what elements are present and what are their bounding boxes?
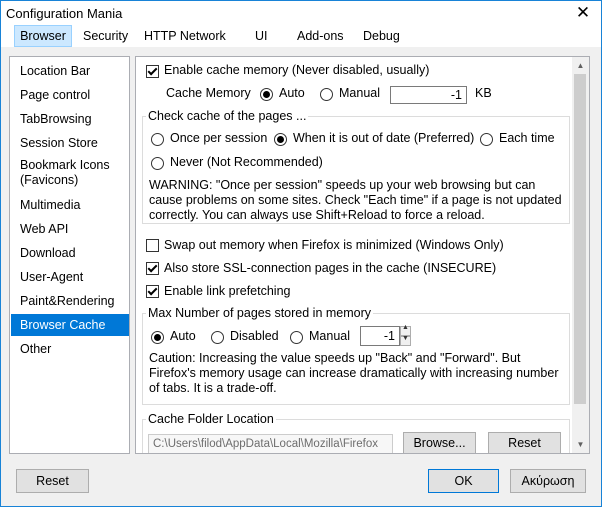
store-ssl-pages-label: Also store SSL-connection pages in the c… (164, 261, 497, 275)
cache-warning-text: WARNING: "Once per session" speeds up yo… (149, 178, 562, 222)
ok-button[interactable]: OK (428, 469, 499, 493)
max-pages-disabled-radio[interactable] (211, 331, 224, 344)
never-radio[interactable] (151, 157, 164, 170)
max-pages-disabled-label: Disabled (230, 329, 279, 343)
category-list: Location Bar Page control TabBrowsing Se… (9, 56, 130, 454)
once-per-session-radio[interactable] (151, 133, 164, 146)
enable-cache-memory-checkbox[interactable] (146, 65, 159, 78)
max-pages-auto-radio[interactable] (151, 331, 164, 344)
each-time-radio[interactable] (480, 133, 493, 146)
title-bar: Configuration Mania ✕ (1, 1, 601, 25)
nav-item-multimedia[interactable]: Multimedia (11, 194, 129, 216)
cache-memory-manual-label: Manual (339, 86, 380, 100)
reset-cache-folder-button[interactable]: Reset (488, 432, 561, 453)
close-icon[interactable]: ✕ (573, 3, 593, 23)
max-pages-manual-label: Manual (309, 329, 350, 343)
tab-ui[interactable]: UI (255, 25, 268, 47)
cancel-button[interactable]: Ακύρωση (510, 469, 586, 493)
check-cache-group-title: Check cache of the pages ... (146, 109, 309, 123)
swap-out-memory-checkbox[interactable] (146, 239, 159, 252)
configuration-mania-window: Configuration Mania ✕ Browser Security H… (0, 0, 602, 507)
nav-item-other[interactable]: Other (11, 338, 129, 360)
chevron-up-icon: ▲ (402, 324, 409, 331)
nav-item-user-agent[interactable]: User-Agent (11, 266, 129, 288)
max-pages-group-title: Max Number of pages stored in memory (146, 306, 374, 320)
tab-http-network[interactable]: HTTP Network (144, 25, 226, 47)
window-title: Configuration Mania (6, 6, 123, 21)
never-label: Never (Not Recommended) (170, 155, 323, 169)
cache-memory-auto-radio[interactable] (260, 88, 273, 101)
browse-button[interactable]: Browse... (403, 432, 476, 453)
scroll-down-icon[interactable]: ▼ (572, 436, 589, 453)
tab-add-ons[interactable]: Add-ons (297, 25, 344, 47)
nav-item-download[interactable]: Download (11, 242, 129, 264)
browser-cache-panel: Enable cache memory (Never disabled, usu… (135, 56, 590, 454)
nav-item-tabbrowsing[interactable]: TabBrowsing (11, 108, 129, 130)
tab-debug[interactable]: Debug (363, 25, 400, 47)
content-scrollbar[interactable]: ▲ ▼ (572, 57, 589, 453)
nav-item-bookmark-icons[interactable]: Bookmark Icons (Favicons) (11, 156, 129, 190)
max-pages-caution-text: Caution: Increasing the value speeds up … (149, 351, 559, 395)
scroll-up-icon[interactable]: ▲ (572, 57, 589, 74)
nav-item-session-store[interactable]: Session Store (11, 132, 129, 154)
when-out-of-date-radio[interactable] (274, 133, 287, 146)
nav-item-location-bar[interactable]: Location Bar (11, 60, 129, 82)
nav-item-browser-cache[interactable]: Browser Cache (11, 314, 129, 336)
max-pages-auto-label: Auto (170, 329, 196, 343)
link-prefetching-checkbox[interactable] (146, 285, 159, 298)
link-prefetching-label: Enable link prefetching (164, 284, 291, 298)
enable-cache-memory-label: Enable cache memory (Never disabled, usu… (164, 63, 430, 77)
reset-button[interactable]: Reset (16, 469, 89, 493)
kb-unit-label: KB (475, 86, 492, 100)
nav-item-web-api[interactable]: Web API (11, 218, 129, 240)
spin-down-button[interactable]: ▼ (400, 335, 411, 346)
when-out-of-date-label: When it is out of date (Preferred) (293, 131, 475, 145)
menu-bar: Browser Security HTTP Network UI Add-ons… (1, 25, 601, 47)
cache-folder-group-title: Cache Folder Location (146, 412, 276, 426)
once-per-session-label: Once per session (170, 131, 268, 145)
store-ssl-pages-checkbox[interactable] (146, 262, 159, 275)
cache-memory-manual-radio[interactable] (320, 88, 333, 101)
cache-memory-auto-label: Auto (279, 86, 305, 100)
max-pages-manual-radio[interactable] (290, 331, 303, 344)
nav-item-page-control[interactable]: Page control (11, 84, 129, 106)
nav-item-paint-rendering[interactable]: Paint&Rendering (11, 290, 129, 312)
swap-out-memory-label: Swap out memory when Firefox is minimize… (164, 238, 504, 252)
max-pages-input[interactable]: -1 (360, 326, 400, 346)
each-time-label: Each time (499, 131, 555, 145)
tab-browser[interactable]: Browser (14, 25, 72, 47)
tab-security[interactable]: Security (83, 25, 128, 47)
scrollbar-thumb[interactable] (574, 74, 586, 404)
cache-memory-label: Cache Memory (166, 86, 251, 100)
cache-folder-path-field[interactable]: C:\Users\filod\AppData\Local\Mozilla\Fir… (148, 434, 393, 453)
cache-memory-size-input[interactable]: -1 (390, 86, 467, 104)
chevron-down-icon: ▼ (402, 335, 409, 342)
